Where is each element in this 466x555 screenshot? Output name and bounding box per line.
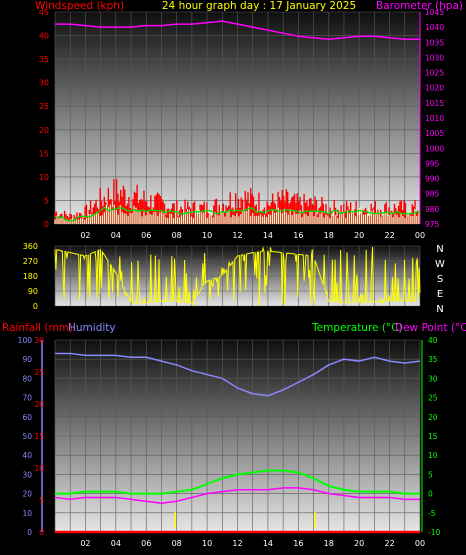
direction-tick: 180 xyxy=(23,272,38,281)
barometer-tick: 1030 xyxy=(425,53,444,62)
x-tick-label: 00 xyxy=(415,539,425,548)
x-tick-label: 16 xyxy=(293,539,303,548)
rainfall-axis-label: Rainfall (mm) xyxy=(2,322,73,334)
windspeed-tick: 5 xyxy=(44,196,49,205)
direction-tick: 0 xyxy=(33,302,38,311)
direction-tick: 270 xyxy=(23,257,38,266)
barometer-tick: 980 xyxy=(425,205,440,214)
temperature-tick: 25 xyxy=(428,394,438,403)
dew-point-axis-label: Dew Point (°C) xyxy=(395,322,466,334)
humidity-tick: 60 xyxy=(22,413,32,422)
rainfall-tick: 30 xyxy=(34,336,44,345)
chart-title: 24 hour graph day : 17 January 2025 xyxy=(162,0,356,12)
x-tick-label: 02 xyxy=(80,539,90,548)
x-tick-label: 20 xyxy=(354,231,364,240)
x-tick-label: 02 xyxy=(80,231,90,240)
barometer-tick: 990 xyxy=(425,175,440,184)
rainfall-tick: 15 xyxy=(34,432,44,441)
humidity-tick: 0 xyxy=(27,528,32,537)
windspeed-tick: 35 xyxy=(39,55,49,64)
rainfall-tick: 5 xyxy=(39,496,44,505)
x-tick-label: 06 xyxy=(141,231,151,240)
temperature-tick: 30 xyxy=(428,374,438,383)
rainfall-tick: 0 xyxy=(39,528,44,537)
humidity-tick: 20 xyxy=(22,490,32,499)
x-tick-label: 10 xyxy=(202,231,212,240)
barometer-tick: 1045 xyxy=(425,8,444,17)
temperature-tick: 40 xyxy=(428,336,438,345)
barometer-tick: 1015 xyxy=(425,99,444,108)
x-tick-label: 06 xyxy=(141,539,151,548)
barometer-tick: 1040 xyxy=(425,23,444,32)
windspeed-tick: 15 xyxy=(39,149,49,158)
x-tick-label: 22 xyxy=(384,539,394,548)
windspeed-tick: 20 xyxy=(39,126,49,135)
temperature-tick: 10 xyxy=(428,451,438,460)
x-tick-label: 16 xyxy=(293,231,303,240)
direction-tick: 360 xyxy=(23,242,38,251)
humidity-axis-label: Humidity xyxy=(68,322,116,334)
compass-label: E xyxy=(437,289,443,300)
x-tick-label: 12 xyxy=(232,231,242,240)
x-tick-label: 08 xyxy=(172,539,182,548)
barometer-axis-label: Barometer (hpa) xyxy=(376,0,463,12)
barometer-tick: 1010 xyxy=(425,114,444,123)
x-tick-label: 14 xyxy=(263,539,273,548)
temperature-axis-label: Temperature (°C) xyxy=(311,322,403,334)
humidity-tick: 90 xyxy=(22,355,32,364)
humidity-tick: 70 xyxy=(22,394,32,403)
windspeed-tick: 0 xyxy=(44,220,49,229)
x-tick-label: 18 xyxy=(324,231,334,240)
temperature-tick: 5 xyxy=(428,470,433,479)
humidity-tick: 10 xyxy=(22,509,32,518)
windspeed-tick: 45 xyxy=(39,8,49,17)
compass-label: W xyxy=(435,259,445,270)
compass-label: N xyxy=(436,304,443,315)
humidity-tick: 50 xyxy=(22,432,32,441)
temperature-tick: 20 xyxy=(428,413,438,422)
direction-tick: 90 xyxy=(28,287,38,296)
temperature-tick: 35 xyxy=(428,355,438,364)
windspeed-tick: 25 xyxy=(39,102,49,111)
weather-chart: Windspeed (kph) 24 hour graph day : 17 J… xyxy=(2,0,466,548)
x-tick-label: 12 xyxy=(232,539,242,548)
x-tick-label: 20 xyxy=(354,539,364,548)
humidity-tick: 80 xyxy=(22,374,32,383)
x-tick-label: 08 xyxy=(172,231,182,240)
x-tick-label: 10 xyxy=(202,539,212,548)
x-tick-label: 00 xyxy=(415,231,425,240)
x-tick-label: 04 xyxy=(111,539,121,548)
barometer-tick: 1035 xyxy=(425,38,444,47)
rainfall-tick: 25 xyxy=(34,368,44,377)
x-tick-label: 18 xyxy=(324,539,334,548)
barometer-tick: 1000 xyxy=(425,144,444,153)
humidity-tick: 100 xyxy=(18,336,33,345)
barometer-tick: 975 xyxy=(425,220,440,229)
temperature-tick: 15 xyxy=(428,432,438,441)
barometer-tick: 1025 xyxy=(425,69,444,78)
temperature-tick: 0 xyxy=(428,490,433,499)
barometer-tick: 995 xyxy=(425,159,440,168)
humidity-tick: 40 xyxy=(22,451,32,460)
temperature-tick: -5 xyxy=(428,509,436,518)
windspeed-tick: 30 xyxy=(39,79,49,88)
rainfall-tick: 20 xyxy=(34,400,44,409)
windspeed-tick: 10 xyxy=(39,173,49,182)
x-tick-label: 14 xyxy=(263,231,273,240)
x-tick-label: 04 xyxy=(111,231,121,240)
barometer-tick: 985 xyxy=(425,190,440,199)
x-tick-label: 22 xyxy=(384,231,394,240)
compass-label: S xyxy=(437,274,443,285)
humidity-tick: 30 xyxy=(22,470,32,479)
windspeed-tick: 40 xyxy=(39,32,49,41)
temperature-tick: -10 xyxy=(428,528,440,537)
barometer-tick: 1005 xyxy=(425,129,444,138)
barometer-tick: 1020 xyxy=(425,84,444,93)
rainfall-tick: 10 xyxy=(34,464,44,473)
compass-label: N xyxy=(436,244,443,255)
